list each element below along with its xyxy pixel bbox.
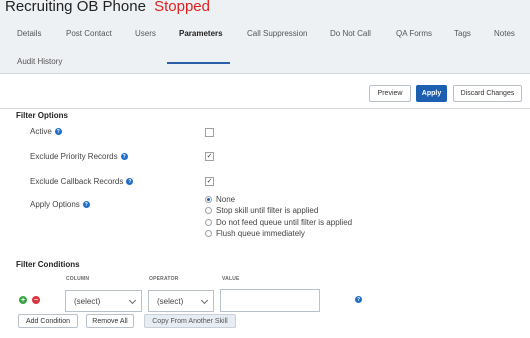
help-icon[interactable]: ? [82,201,90,208]
active-label: Active [30,127,52,136]
tab-bar: Details Post Contact Users Parameters Ca… [0,18,530,74]
radio-label: Stop skill until filter is applied [216,206,319,215]
check-icon: ✓ [206,153,213,160]
skill-name: Recruiting OB Phone [5,0,146,15]
help-icon[interactable]: ? [120,153,128,160]
column-select-value: (select) [74,296,101,306]
add-condition-button[interactable]: Add Condition [18,314,78,328]
radio-do-not-feed[interactable]: Do not feed queue until filter is applie… [205,218,352,227]
operator-select-value: (select) [157,296,184,306]
help-icon[interactable]: ? [54,128,62,135]
toolbar-divider [0,108,530,109]
column-header: COLUMN [66,276,90,282]
radio-button[interactable] [205,207,212,214]
radio-flush-queue[interactable]: Flush queue immediately [205,229,305,238]
filter-options-title: Filter Options [16,111,68,120]
tab-tags[interactable]: Tags [454,29,471,38]
exclude-priority-label: Exclude Priority Records [30,152,118,161]
preview-button[interactable]: Preview [369,85,411,102]
exclude-priority-checkbox[interactable]: ✓ [205,152,214,161]
tab-audit-history[interactable]: Audit History [17,57,62,66]
page-title: Recruiting OB Phone Stopped [5,0,210,15]
tab-call-suppression[interactable]: Call Suppression [247,29,307,38]
radio-none[interactable]: None [205,195,235,204]
tab-parameters[interactable]: Parameters [179,29,223,38]
operator-select[interactable]: (select) [148,290,214,312]
radio-label: Flush queue immediately [216,229,305,238]
radio-stop-skill[interactable]: Stop skill until filter is applied [205,206,318,215]
value-header: VALUE [222,276,240,282]
active-checkbox[interactable] [205,128,214,137]
copy-from-another-skill-button[interactable]: Copy From Another Skill [144,314,236,328]
apply-options-label: Apply Options [30,200,80,209]
radio-button[interactable] [205,196,212,203]
tab-qa-forms[interactable]: QA Forms [396,29,432,38]
tab-do-not-call[interactable]: Do Not Call [330,29,371,38]
tab-post-contact[interactable]: Post Contact [66,29,112,38]
status-label: Stopped [154,0,210,15]
tab-users[interactable]: Users [135,29,156,38]
radio-label: Do not feed queue until filter is applie… [216,218,353,227]
chevron-down-icon [200,296,209,305]
tab-notes[interactable]: Notes [494,29,515,38]
column-select[interactable]: (select) [65,290,142,312]
help-icon[interactable]: ? [126,178,134,185]
help-icon[interactable]: ? [355,296,362,303]
remove-all-button[interactable]: Remove All [86,314,134,328]
add-row-icon[interactable]: + [19,296,27,304]
exclude-priority-row: Exclude Priority Records ? [30,152,128,161]
exclude-callback-checkbox[interactable]: ✓ [205,177,214,186]
remove-row-icon[interactable]: − [32,296,40,304]
exclude-callback-label: Exclude Callback Records [30,177,124,186]
operator-header: OPERATOR [149,276,179,282]
value-input[interactable] [220,289,320,312]
radio-button[interactable] [205,219,212,226]
apply-button[interactable]: Apply [416,85,447,102]
filter-conditions-title: Filter Conditions [16,260,80,269]
check-icon: ✓ [206,178,213,185]
discard-changes-button[interactable]: Discard Changes [453,85,522,102]
active-row: Active ? [30,127,62,136]
radio-label: None [216,195,236,204]
tab-details[interactable]: Details [17,29,41,38]
apply-options-row: Apply Options ? [30,200,90,209]
exclude-callback-row: Exclude Callback Records ? [30,177,134,186]
active-tab-indicator [167,62,230,64]
chevron-down-icon [128,296,137,305]
radio-button[interactable] [205,230,212,237]
title-bar: Recruiting OB Phone Stopped [0,0,530,18]
